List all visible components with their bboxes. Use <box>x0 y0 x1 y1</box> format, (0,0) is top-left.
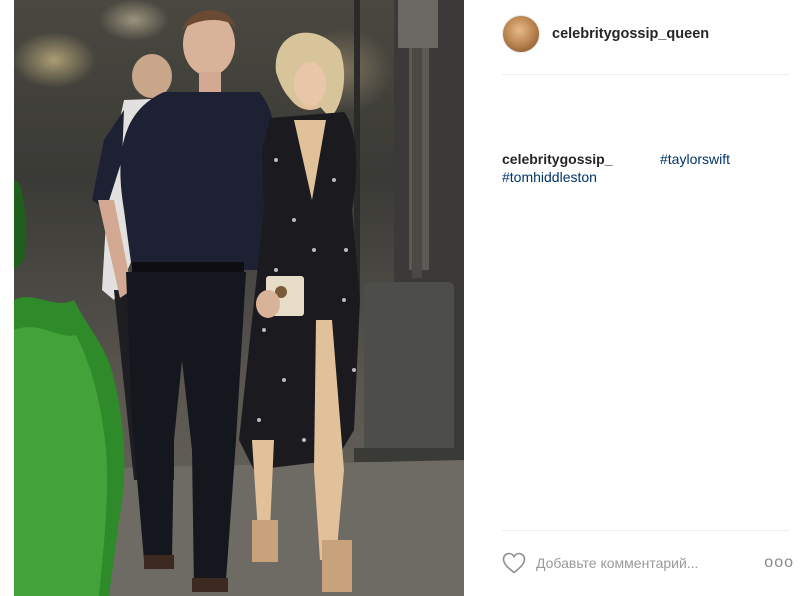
hashtag-link[interactable]: #taylorswift <box>660 150 730 168</box>
caption-username[interactable]: celebritygossip_ <box>502 151 613 167</box>
post-photo[interactable] <box>14 0 464 596</box>
author-username[interactable]: celebritygossip_queen <box>552 26 709 42</box>
instagram-post: celebritygossip_queen celebritygossip_ #… <box>0 0 812 596</box>
comment-input[interactable] <box>536 555 736 571</box>
more-options-icon[interactable]: ooo <box>764 554 794 572</box>
profile-avatar[interactable] <box>502 15 540 53</box>
header-divider <box>502 74 790 75</box>
hashtag-link[interactable]: #tomhiddleston <box>502 168 792 186</box>
heart-icon[interactable] <box>502 552 526 574</box>
post-sidebar: celebritygossip_queen celebritygossip_ #… <box>488 0 812 596</box>
footer-divider <box>502 530 790 531</box>
comment-bar: ooo <box>502 548 794 578</box>
post-header: celebritygossip_queen <box>502 14 792 54</box>
photo-scene <box>14 0 464 596</box>
post-caption: celebritygossip_ #taylorswift #tomhiddle… <box>502 150 792 186</box>
